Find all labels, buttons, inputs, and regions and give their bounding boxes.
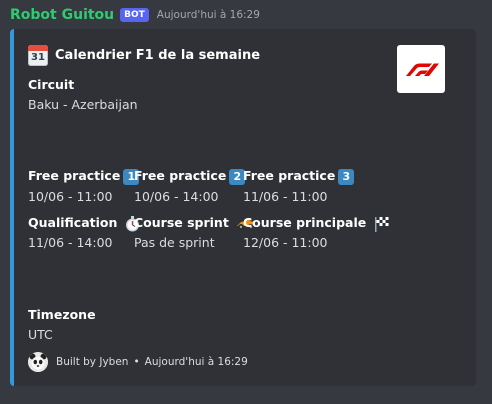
field-sprint-name: Course sprint [134,215,256,231]
footer-timestamp: Aujourd'hui à 16:29 [144,356,248,368]
keycap-3-icon: 3 [338,168,355,185]
field-circuit-value: Baku - Azerbaijan [28,97,138,112]
field-timezone-name: Timezone [28,307,96,322]
field-timezone-value: UTC [28,327,53,342]
field-qualification-value: 11/06 - 14:00 [28,235,113,250]
field-main-race-value: 12/06 - 11:00 [243,235,328,250]
footer-avatar-panda-icon [28,352,48,372]
embed-footer: Built by Jyben • Aujourd'hui à 16:29 [28,352,248,372]
calendar-icon: 31 [28,45,48,66]
field-fp1-value: 10/06 - 11:00 [28,189,113,204]
bot-tag: BOT [120,8,149,22]
field-fp2-value: 10/06 - 14:00 [134,189,219,204]
embed-title-row: 31 Calendrier F1 de la semaine [28,45,260,66]
field-main-race-name: Course principale [243,215,390,232]
f1-logo-thumbnail[interactable] [397,45,445,93]
f1-logo-icon [406,63,439,76]
message-header: Robot Guitou BOT Aujourd'hui à 16:29 [10,5,260,25]
embed-title: Calendrier F1 de la semaine [55,48,261,63]
field-fp3-name: Free practice 3 [243,168,355,185]
bot-username[interactable]: Robot Guitou [10,7,114,23]
field-fp3-value: 11/06 - 11:00 [243,189,328,204]
footer-text: Built by Jyben [56,356,129,368]
field-fp1-name: Free practice 1 [28,168,140,185]
field-sprint-value: Pas de sprint [134,235,215,250]
message-timestamp[interactable]: Aujourd'hui à 16:29 [157,9,260,21]
field-fp2-name: Free practice 2 [134,168,246,185]
field-qualification-name: Qualification [28,215,140,232]
footer-separator: • [133,356,140,368]
field-circuit-name: Circuit [28,77,75,92]
embed: 31 Calendrier F1 de la semaine Circuit B… [10,29,476,386]
checkered-flag-icon [374,216,389,232]
